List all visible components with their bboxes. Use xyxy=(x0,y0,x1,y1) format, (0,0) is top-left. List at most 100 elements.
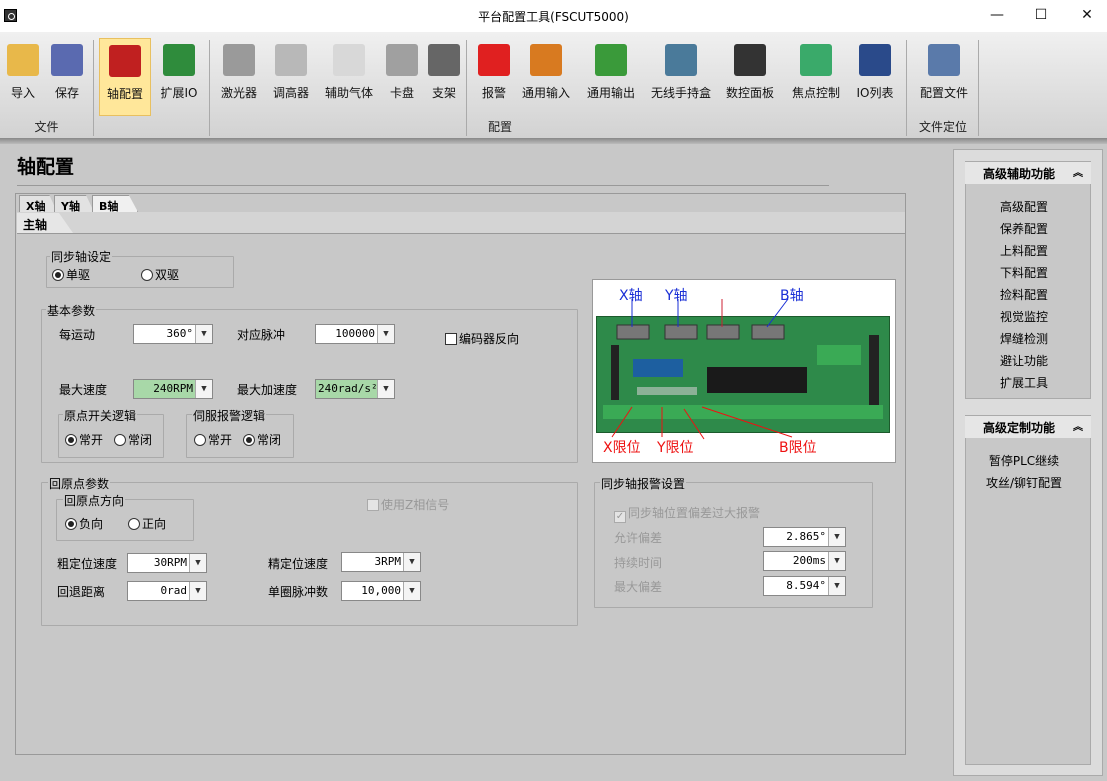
coarse-speed-combo[interactable]: 30RPM ▼ xyxy=(127,553,207,573)
pulses-per-rev-combo[interactable]: 10,000 ▼ xyxy=(341,581,421,601)
ribbon-button-14[interactable]: 焦点控制 xyxy=(788,38,844,116)
sidebar-item-adv-aux[interactable]: 下料配置 xyxy=(965,264,1083,281)
chevron-down-icon: ▼ xyxy=(828,528,845,546)
group-label-config: 配置 xyxy=(487,120,512,134)
adv-aux-header[interactable]: 高级辅助功能 ︽ xyxy=(965,162,1091,184)
ribbon-button-label: IO列表 xyxy=(856,86,894,100)
duration-value: 200ms xyxy=(792,554,826,567)
laser-icon xyxy=(223,44,255,76)
ribbon-divider xyxy=(0,138,1107,144)
collapse-icon[interactable]: ︽ xyxy=(1073,164,1083,179)
height-controller-icon xyxy=(275,44,307,76)
single-drive-label: 单驱 xyxy=(66,268,91,282)
group-label-locate: 文件定位 xyxy=(918,120,967,134)
ribbon-button-label: 扩展IO xyxy=(160,86,198,100)
sidebar-item-adv-custom[interactable]: 暂停PLC继续 xyxy=(965,452,1083,469)
direction-pos-radio[interactable]: 正向 xyxy=(128,515,166,532)
alarm-light-icon xyxy=(478,44,510,76)
encoder-reverse-label: 编码器反向 xyxy=(459,332,520,346)
ribbon-button-label: 通用输入 xyxy=(521,86,570,100)
max-speed-combo[interactable]: 240RPM ▼ xyxy=(133,379,213,399)
folder-open-icon xyxy=(7,44,39,76)
back-distance-label: 回退距离 xyxy=(57,585,106,599)
ribbon-button-0[interactable]: 导入 xyxy=(0,38,46,116)
duration-label: 持续时间 xyxy=(614,556,663,570)
servo-logic-legend: 伺服报警逻辑 xyxy=(192,407,267,424)
minimize-button[interactable]: — xyxy=(974,0,1020,31)
ribbon-button-12[interactable]: 无线手持盒 xyxy=(648,38,714,116)
collapse-icon[interactable]: ︽ xyxy=(1073,418,1083,433)
max-deviation-combo[interactable]: 8.594° ▼ xyxy=(763,576,846,596)
radio-dot xyxy=(141,269,153,281)
ribbon-button-5[interactable]: 调高器 xyxy=(269,38,313,116)
io-board-icon xyxy=(163,44,195,76)
fine-speed-combo[interactable]: 3RPM ▼ xyxy=(341,552,421,572)
sidebar-item-adv-aux[interactable]: 保养配置 xyxy=(965,220,1083,237)
close-button[interactable]: ✕ xyxy=(1064,0,1107,31)
sidebar-item-adv-aux[interactable]: 捡料配置 xyxy=(965,286,1083,303)
adv-custom-header[interactable]: 高级定制功能 ︽ xyxy=(965,416,1091,438)
duration-combo[interactable]: 200ms ▼ xyxy=(763,551,846,571)
ribbon-button-label: 数控面板 xyxy=(725,86,774,100)
checkbox-box xyxy=(367,499,379,511)
home-nc-label: 常闭 xyxy=(128,433,153,447)
coarse-speed-label: 粗定位速度 xyxy=(57,557,118,571)
ribbon-button-8[interactable]: 支架 xyxy=(426,38,462,116)
maximize-button[interactable]: ☐ xyxy=(1018,0,1064,31)
sidebar-item-adv-aux[interactable]: 焊缝检测 xyxy=(965,330,1083,347)
ribbon-button-9[interactable]: 报警 xyxy=(476,38,512,116)
ribbon-button-7[interactable]: 卡盘 xyxy=(382,38,422,116)
pulses-per-rev-value: 10,000 xyxy=(361,584,401,597)
ribbon-button-label: 调高器 xyxy=(272,86,309,100)
radio-dot xyxy=(65,434,77,446)
home-no-radio[interactable]: 常开 xyxy=(65,431,103,448)
ribbon-button-16[interactable]: 配置文件 xyxy=(913,38,975,116)
ribbon-button-3[interactable]: 扩展IO xyxy=(155,38,203,116)
single-drive-radio[interactable]: 单驱 xyxy=(52,266,90,283)
max-deviation-value: 8.594° xyxy=(786,579,826,592)
allow-deviation-combo[interactable]: 2.865° ▼ xyxy=(763,527,846,547)
dual-drive-radio[interactable]: 双驱 xyxy=(141,266,179,283)
max-accel-combo[interactable]: 240rad/s² ▼ xyxy=(315,379,395,399)
use-z-checkbox[interactable]: 使用Z相信号 xyxy=(367,496,449,513)
home-no-label: 常开 xyxy=(79,433,104,447)
home-nc-radio[interactable]: 常闭 xyxy=(114,431,152,448)
chevron-down-icon: ▼ xyxy=(377,325,394,343)
checkbox-box xyxy=(445,333,457,345)
direction-pos-label: 正向 xyxy=(142,517,167,531)
ribbon-button-15[interactable]: IO列表 xyxy=(848,38,902,116)
pulse-combo[interactable]: 100000 ▼ xyxy=(315,324,395,344)
ribbon-button-10[interactable]: 通用输入 xyxy=(518,38,574,116)
sidebar-item-adv-aux[interactable]: 避让功能 xyxy=(965,352,1083,369)
sync-alarm-enable-label: 同步轴位置偏差过大报警 xyxy=(628,506,761,520)
ribbon-button-label: 支架 xyxy=(431,86,456,100)
ribbon-button-6[interactable]: 辅助气体 xyxy=(321,38,377,116)
ribbon-button-label: 卡盘 xyxy=(389,86,414,100)
ribbon-button-1[interactable]: 保存 xyxy=(47,38,87,116)
ribbon-button-4[interactable]: 激光器 xyxy=(217,38,261,116)
servo-nc-radio[interactable]: 常闭 xyxy=(243,431,281,448)
sidebar-item-adv-aux[interactable]: 高级配置 xyxy=(965,198,1083,215)
sidebar-item-adv-aux[interactable]: 上料配置 xyxy=(965,242,1083,259)
sidebar-item-adv-aux[interactable]: 扩展工具 xyxy=(965,374,1083,391)
per-motion-combo[interactable]: 360° ▼ xyxy=(133,324,213,344)
back-distance-combo[interactable]: 0rad ▼ xyxy=(127,581,207,601)
servo-no-label: 常开 xyxy=(208,433,233,447)
sidebar-item-adv-custom[interactable]: 攻丝/铆钉配置 xyxy=(965,474,1083,491)
axis-motor-icon xyxy=(109,45,141,77)
sync-alarm-checkbox[interactable]: ✓ 同步轴位置偏差过大报警 xyxy=(614,504,760,523)
direction-neg-radio[interactable]: 负向 xyxy=(65,515,103,532)
sidebar-item-adv-aux[interactable]: 视觉监控 xyxy=(965,308,1083,325)
chevron-down-icon: ▼ xyxy=(403,553,420,571)
ribbon-button-11[interactable]: 通用输出 xyxy=(581,38,641,116)
ribbon-button-2[interactable]: 轴配置 xyxy=(99,38,151,116)
chevron-down-icon: ▼ xyxy=(195,325,212,343)
servo-no-radio[interactable]: 常开 xyxy=(194,431,232,448)
allow-deviation-value: 2.865° xyxy=(786,530,826,543)
radio-dot xyxy=(194,434,206,446)
ribbon-button-label: 配置文件 xyxy=(919,86,968,100)
encoder-reverse-checkbox[interactable]: 编码器反向 xyxy=(445,330,519,347)
radio-dot xyxy=(52,269,64,281)
pulse-value: 100000 xyxy=(335,327,375,340)
ribbon-button-13[interactable]: 数控面板 xyxy=(722,38,778,116)
